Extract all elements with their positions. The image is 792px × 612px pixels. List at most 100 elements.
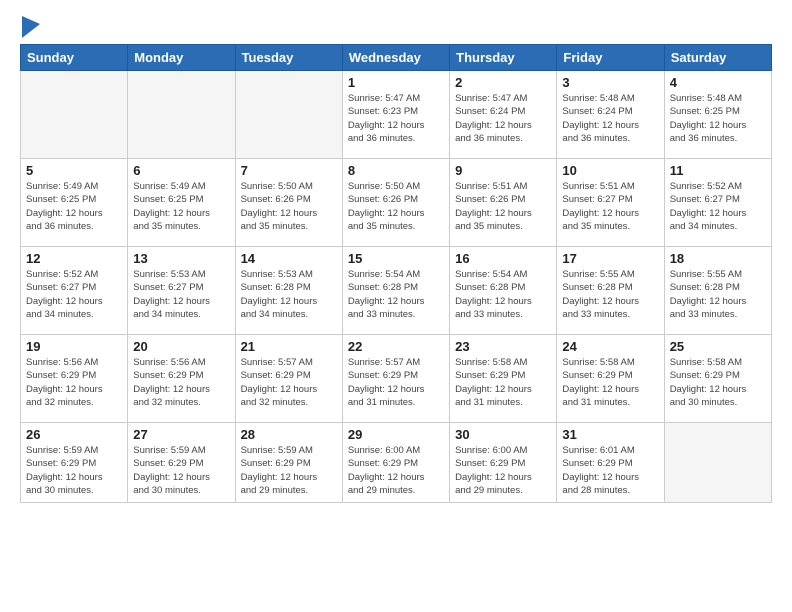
calendar-header-monday: Monday bbox=[128, 45, 235, 71]
day-number: 14 bbox=[241, 251, 337, 266]
day-info: Sunrise: 5:58 AM Sunset: 6:29 PM Dayligh… bbox=[670, 356, 766, 409]
day-number: 22 bbox=[348, 339, 444, 354]
day-info: Sunrise: 5:59 AM Sunset: 6:29 PM Dayligh… bbox=[133, 444, 229, 497]
logo-icon bbox=[22, 16, 40, 38]
day-info: Sunrise: 5:55 AM Sunset: 6:28 PM Dayligh… bbox=[562, 268, 658, 321]
day-number: 27 bbox=[133, 427, 229, 442]
day-number: 25 bbox=[670, 339, 766, 354]
day-info: Sunrise: 5:53 AM Sunset: 6:27 PM Dayligh… bbox=[133, 268, 229, 321]
day-info: Sunrise: 5:49 AM Sunset: 6:25 PM Dayligh… bbox=[26, 180, 122, 233]
calendar-header-friday: Friday bbox=[557, 45, 664, 71]
day-number: 6 bbox=[133, 163, 229, 178]
day-number: 26 bbox=[26, 427, 122, 442]
day-info: Sunrise: 5:57 AM Sunset: 6:29 PM Dayligh… bbox=[348, 356, 444, 409]
day-number: 18 bbox=[670, 251, 766, 266]
day-info: Sunrise: 5:53 AM Sunset: 6:28 PM Dayligh… bbox=[241, 268, 337, 321]
calendar-cell: 7 Sunrise: 5:50 AM Sunset: 6:26 PM Daylig… bbox=[235, 159, 342, 247]
day-info: Sunrise: 5:51 AM Sunset: 6:27 PM Dayligh… bbox=[562, 180, 658, 233]
day-number: 11 bbox=[670, 163, 766, 178]
calendar-cell: 19Sunrise: 5:56 AM Sunset: 6:29 PM Dayli… bbox=[21, 335, 128, 423]
calendar-cell: 26 Sunrise: 5:59 AM Sunset: 6:29 PM Dayli… bbox=[21, 423, 128, 503]
day-info: Sunrise: 5:49 AM Sunset: 6:25 PM Dayligh… bbox=[133, 180, 229, 233]
calendar-cell: 31 Sunrise: 6:01 AM Sunset: 6:29 PM Dayli… bbox=[557, 423, 664, 503]
calendar-cell: 5 Sunrise: 5:49 AM Sunset: 6:25 PM Daylig… bbox=[21, 159, 128, 247]
day-number: 5 bbox=[26, 163, 122, 178]
calendar-header-thursday: Thursday bbox=[450, 45, 557, 71]
day-number: 20 bbox=[133, 339, 229, 354]
day-info: Sunrise: 5:52 AM Sunset: 6:27 PM Dayligh… bbox=[670, 180, 766, 233]
calendar-cell: 11 Sunrise: 5:52 AM Sunset: 6:27 PM Dayli… bbox=[664, 159, 771, 247]
calendar-cell: 4 Sunrise: 5:48 AM Sunset: 6:25 PM Daylig… bbox=[664, 71, 771, 159]
day-number: 19 bbox=[26, 339, 122, 354]
day-info: Sunrise: 5:59 AM Sunset: 6:29 PM Dayligh… bbox=[241, 444, 337, 497]
calendar-cell: 3 Sunrise: 5:48 AM Sunset: 6:24 PM Daylig… bbox=[557, 71, 664, 159]
calendar-cell: 2 Sunrise: 5:47 AM Sunset: 6:24 PM Daylig… bbox=[450, 71, 557, 159]
day-number: 7 bbox=[241, 163, 337, 178]
calendar-cell bbox=[235, 71, 342, 159]
calendar-table: SundayMondayTuesdayWednesdayThursdayFrid… bbox=[20, 44, 772, 503]
day-info: Sunrise: 5:48 AM Sunset: 6:24 PM Dayligh… bbox=[562, 92, 658, 145]
day-info: Sunrise: 5:58 AM Sunset: 6:29 PM Dayligh… bbox=[455, 356, 551, 409]
calendar-cell: 16 Sunrise: 5:54 AM Sunset: 6:28 PM Dayli… bbox=[450, 247, 557, 335]
calendar-cell: 10 Sunrise: 5:51 AM Sunset: 6:27 PM Dayli… bbox=[557, 159, 664, 247]
day-number: 4 bbox=[670, 75, 766, 90]
page: SundayMondayTuesdayWednesdayThursdayFrid… bbox=[0, 0, 792, 612]
day-info: Sunrise: 5:50 AM Sunset: 6:26 PM Dayligh… bbox=[348, 180, 444, 233]
calendar-cell: 20 Sunrise: 5:56 AM Sunset: 6:29 PM Dayli… bbox=[128, 335, 235, 423]
calendar-cell bbox=[128, 71, 235, 159]
calendar-header-tuesday: Tuesday bbox=[235, 45, 342, 71]
calendar-cell bbox=[21, 71, 128, 159]
day-info: Sunrise: 6:00 AM Sunset: 6:29 PM Dayligh… bbox=[455, 444, 551, 497]
day-number: 29 bbox=[348, 427, 444, 442]
calendar-cell: 13 Sunrise: 5:53 AM Sunset: 6:27 PM Dayli… bbox=[128, 247, 235, 335]
day-info: Sunrise: 5:55 AM Sunset: 6:28 PM Dayligh… bbox=[670, 268, 766, 321]
day-info: Sunrise: 5:47 AM Sunset: 6:24 PM Dayligh… bbox=[455, 92, 551, 145]
day-info: Sunrise: 5:51 AM Sunset: 6:26 PM Dayligh… bbox=[455, 180, 551, 233]
day-info: Sunrise: 6:01 AM Sunset: 6:29 PM Dayligh… bbox=[562, 444, 658, 497]
day-info: Sunrise: 5:54 AM Sunset: 6:28 PM Dayligh… bbox=[455, 268, 551, 321]
day-number: 10 bbox=[562, 163, 658, 178]
calendar-cell: 8 Sunrise: 5:50 AM Sunset: 6:26 PM Daylig… bbox=[342, 159, 449, 247]
calendar-header-saturday: Saturday bbox=[664, 45, 771, 71]
calendar-cell: 25 Sunrise: 5:58 AM Sunset: 6:29 PM Dayli… bbox=[664, 335, 771, 423]
day-number: 16 bbox=[455, 251, 551, 266]
calendar-cell: 1 Sunrise: 5:47 AM Sunset: 6:23 PM Daylig… bbox=[342, 71, 449, 159]
day-number: 3 bbox=[562, 75, 658, 90]
day-number: 17 bbox=[562, 251, 658, 266]
day-number: 24 bbox=[562, 339, 658, 354]
day-number: 23 bbox=[455, 339, 551, 354]
calendar-cell: 30 Sunrise: 6:00 AM Sunset: 6:29 PM Dayli… bbox=[450, 423, 557, 503]
calendar-header-row: SundayMondayTuesdayWednesdayThursdayFrid… bbox=[21, 45, 772, 71]
day-number: 30 bbox=[455, 427, 551, 442]
day-number: 13 bbox=[133, 251, 229, 266]
day-info: Sunrise: 5:52 AM Sunset: 6:27 PM Dayligh… bbox=[26, 268, 122, 321]
day-info: Sunrise: 5:47 AM Sunset: 6:23 PM Dayligh… bbox=[348, 92, 444, 145]
day-info: Sunrise: 5:56 AM Sunset: 6:29 PM Dayligh… bbox=[133, 356, 229, 409]
day-info: Sunrise: 5:48 AM Sunset: 6:25 PM Dayligh… bbox=[670, 92, 766, 145]
calendar-header-sunday: Sunday bbox=[21, 45, 128, 71]
day-number: 21 bbox=[241, 339, 337, 354]
calendar-cell bbox=[664, 423, 771, 503]
day-info: Sunrise: 6:00 AM Sunset: 6:29 PM Dayligh… bbox=[348, 444, 444, 497]
day-number: 12 bbox=[26, 251, 122, 266]
day-number: 9 bbox=[455, 163, 551, 178]
calendar-cell: 27 Sunrise: 5:59 AM Sunset: 6:29 PM Dayli… bbox=[128, 423, 235, 503]
day-info: Sunrise: 5:59 AM Sunset: 6:29 PM Dayligh… bbox=[26, 444, 122, 497]
calendar-header-wednesday: Wednesday bbox=[342, 45, 449, 71]
day-number: 8 bbox=[348, 163, 444, 178]
calendar-cell: 21Sunrise: 5:57 AM Sunset: 6:29 PM Dayli… bbox=[235, 335, 342, 423]
calendar-cell: 9 Sunrise: 5:51 AM Sunset: 6:26 PM Daylig… bbox=[450, 159, 557, 247]
day-number: 1 bbox=[348, 75, 444, 90]
day-info: Sunrise: 5:58 AM Sunset: 6:29 PM Dayligh… bbox=[562, 356, 658, 409]
logo bbox=[20, 16, 40, 34]
day-number: 31 bbox=[562, 427, 658, 442]
day-info: Sunrise: 5:54 AM Sunset: 6:28 PM Dayligh… bbox=[348, 268, 444, 321]
calendar-cell: 15Sunrise: 5:54 AM Sunset: 6:28 PM Dayli… bbox=[342, 247, 449, 335]
calendar-cell: 17 Sunrise: 5:55 AM Sunset: 6:28 PM Dayli… bbox=[557, 247, 664, 335]
calendar-cell: 28Sunrise: 5:59 AM Sunset: 6:29 PM Dayli… bbox=[235, 423, 342, 503]
calendar-cell: 24 Sunrise: 5:58 AM Sunset: 6:29 PM Dayli… bbox=[557, 335, 664, 423]
day-number: 2 bbox=[455, 75, 551, 90]
calendar-cell: 14 Sunrise: 5:53 AM Sunset: 6:28 PM Dayli… bbox=[235, 247, 342, 335]
day-info: Sunrise: 5:50 AM Sunset: 6:26 PM Dayligh… bbox=[241, 180, 337, 233]
calendar-cell: 22 Sunrise: 5:57 AM Sunset: 6:29 PM Dayli… bbox=[342, 335, 449, 423]
